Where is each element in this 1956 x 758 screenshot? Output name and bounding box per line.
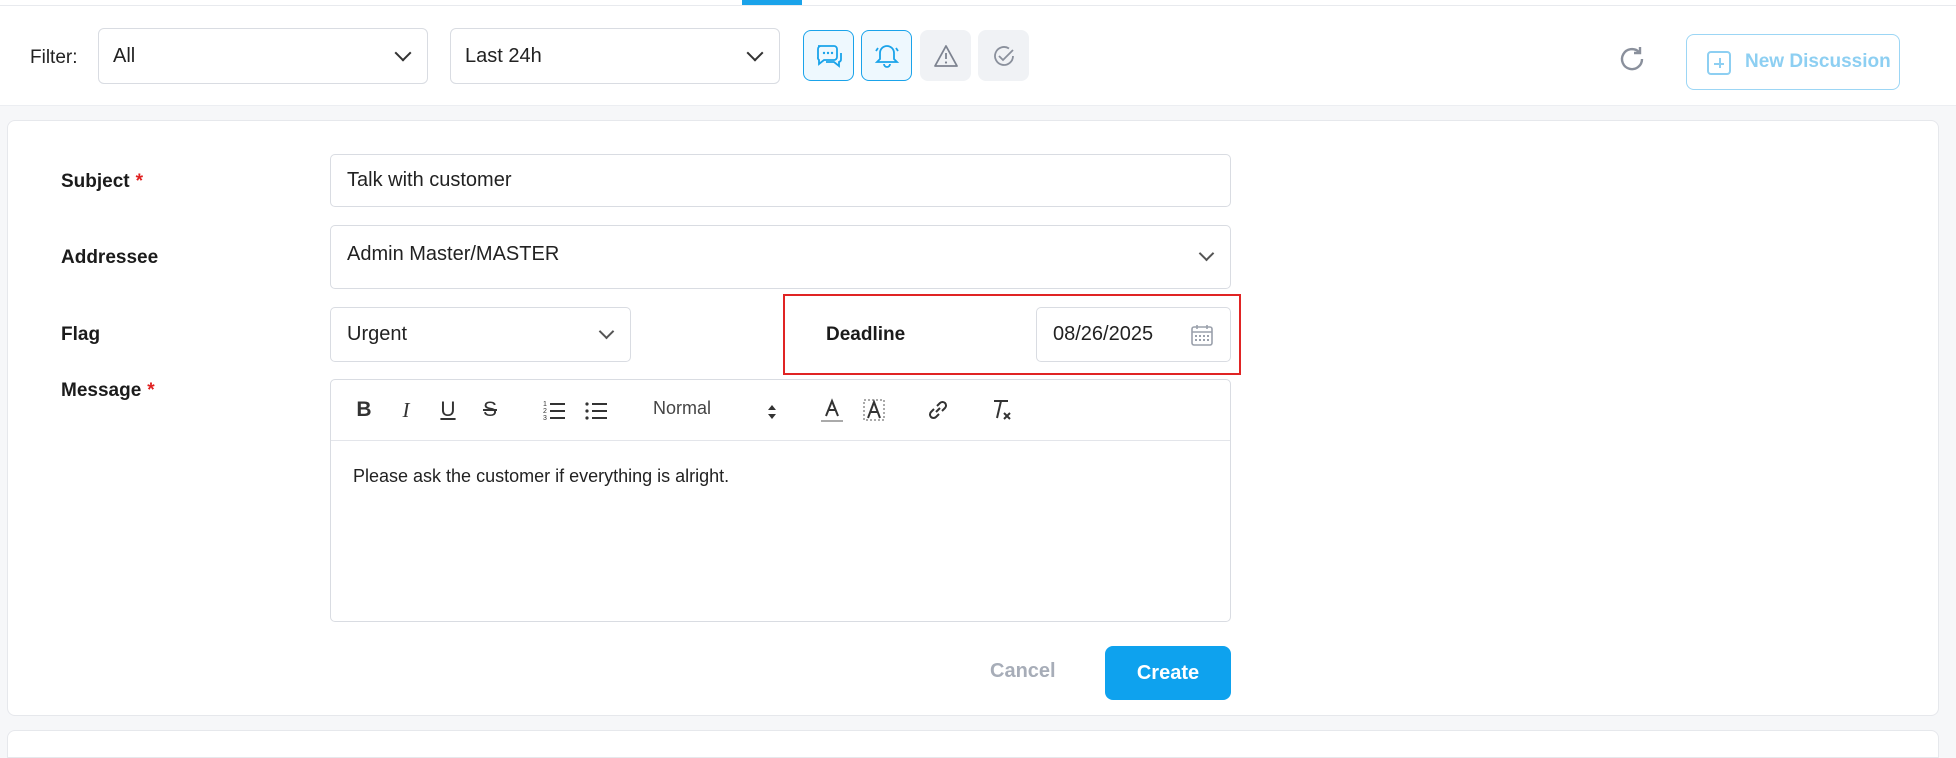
chevron-down-icon — [598, 323, 615, 339]
message-label: Message * — [61, 380, 155, 401]
discussions-filter-button[interactable] — [803, 30, 854, 81]
message-editor[interactable]: B I U S 1 2 3 Normal Please ask the cust… — [330, 379, 1231, 622]
filter-select[interactable]: All — [98, 28, 428, 84]
check-circle-icon — [993, 45, 1014, 66]
refresh-icon[interactable] — [1617, 44, 1647, 74]
message-text: Please ask the customer if everything is… — [353, 466, 730, 486]
addressee-select[interactable]: Admin Master/MASTER — [330, 225, 1231, 289]
svg-text:1: 1 — [543, 401, 547, 408]
bold-icon[interactable]: B — [351, 397, 377, 423]
active-tab-indicator — [742, 0, 802, 5]
new-discussion-label: New Discussion — [1745, 51, 1891, 72]
create-label: Create — [1136, 661, 1200, 684]
svg-text:3: 3 — [543, 415, 547, 422]
clear-formatting-icon[interactable] — [989, 397, 1015, 423]
text-format-value: Normal — [653, 398, 712, 418]
flag-label: Flag — [61, 324, 101, 345]
period-select-value: Last 24h — [465, 44, 542, 67]
chat-bubbles-icon — [816, 44, 842, 68]
create-button[interactable]: Create — [1105, 646, 1231, 700]
next-card-edge — [7, 730, 1939, 758]
calendar-icon[interactable] — [1190, 323, 1214, 347]
flag-value: Urgent — [347, 323, 408, 345]
ordered-list-icon[interactable]: 1 2 3 — [541, 397, 567, 423]
chevron-down-icon — [394, 44, 412, 62]
background-color-icon[interactable] — [861, 397, 887, 423]
chevron-down-icon — [746, 44, 764, 62]
new-discussion-button[interactable]: New Discussion — [1686, 34, 1900, 90]
text-format-select[interactable]: Normal — [653, 398, 711, 419]
subject-value: Talk with customer — [347, 169, 512, 191]
bullet-list-icon[interactable] — [583, 397, 609, 423]
updown-arrows-icon — [768, 405, 776, 419]
warnings-filter-button[interactable] — [920, 30, 971, 81]
notifications-filter-button[interactable] — [861, 30, 912, 81]
addressee-label: Addressee — [61, 247, 159, 268]
filter-label: Filter: — [30, 47, 78, 68]
text-color-icon[interactable] — [819, 397, 845, 423]
warning-icon — [933, 44, 958, 67]
deadline-value: 08/26/2025 — [1053, 323, 1154, 345]
link-icon[interactable] — [925, 397, 951, 423]
filter-select-value: All — [113, 44, 136, 67]
svg-text:2: 2 — [543, 408, 547, 415]
cancel-button[interactable]: Cancel — [990, 660, 1056, 683]
flag-select[interactable]: Urgent — [330, 307, 631, 362]
underline-icon[interactable]: U — [435, 397, 461, 423]
bell-icon — [874, 44, 899, 68]
chevron-down-icon — [1198, 245, 1215, 262]
deadline-input[interactable]: 08/26/2025 — [1036, 307, 1231, 362]
italic-icon[interactable]: I — [393, 397, 419, 423]
completed-filter-button[interactable] — [978, 30, 1029, 81]
plus-square-icon — [1707, 51, 1731, 75]
period-select[interactable]: Last 24h — [450, 28, 780, 84]
subject-input[interactable]: Talk with customer — [330, 154, 1231, 207]
editor-toolbar: B I U S 1 2 3 Normal — [331, 380, 1230, 441]
deadline-label: Deadline — [826, 324, 906, 345]
addressee-value: Admin Master/MASTER — [347, 242, 560, 265]
subject-label: Subject * — [61, 171, 144, 192]
strikethrough-icon[interactable]: S — [477, 397, 503, 423]
filter-toolbar: Filter: All Last 24h New Discussion — [0, 6, 1956, 106]
